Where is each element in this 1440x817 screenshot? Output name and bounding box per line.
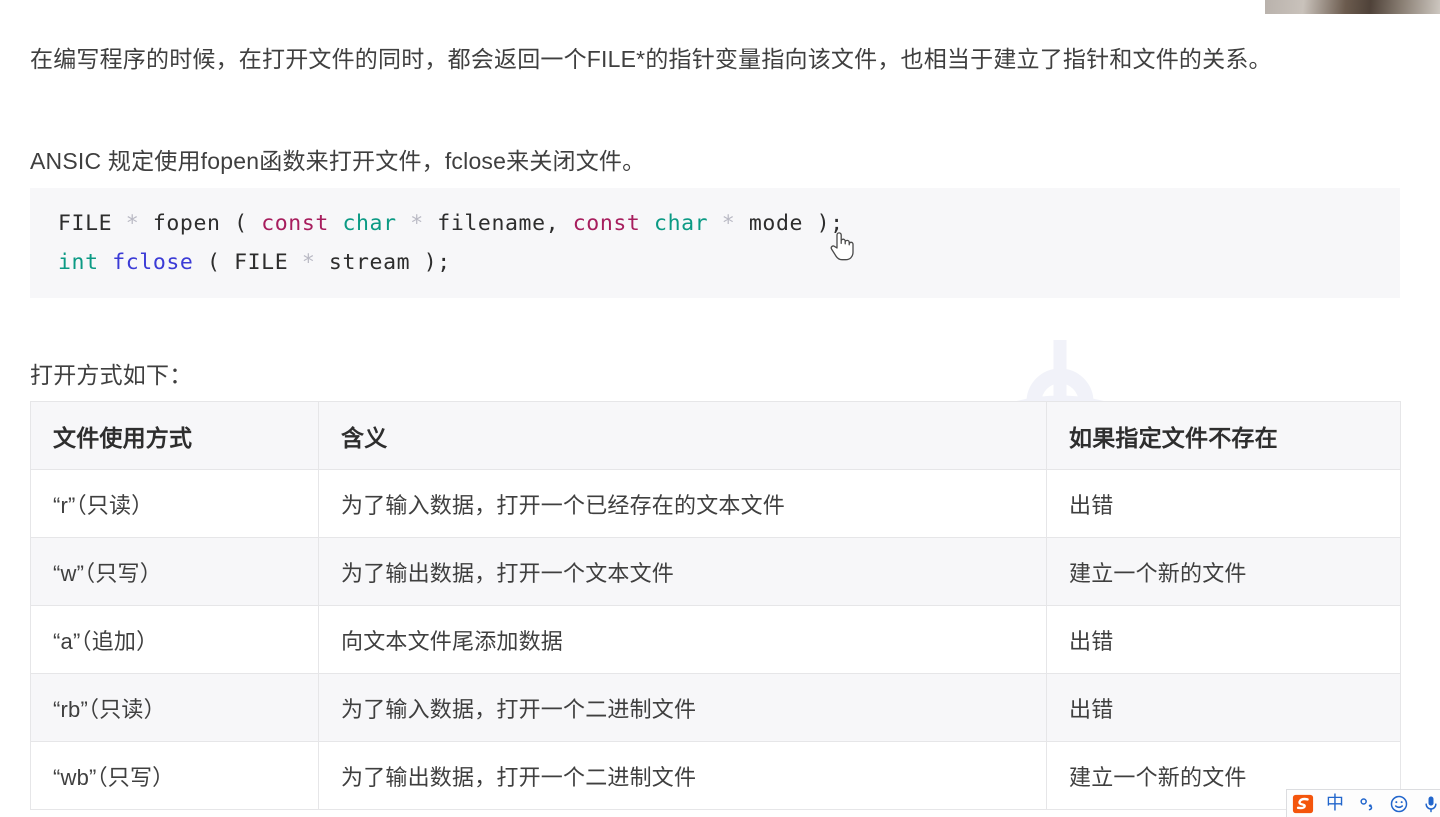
file-open-mode-table: 文件使用方式 含义 如果指定文件不存在 “r”（只读） 为了输入数据，打开一个已经… bbox=[30, 401, 1401, 810]
code-token-keyword: const bbox=[572, 211, 641, 236]
code-token-plain: mode ); bbox=[735, 211, 844, 236]
sogou-logo-icon[interactable] bbox=[1291, 792, 1315, 816]
table-row: “a”（追加） 向文本文件尾添加数据 出错 bbox=[30, 605, 1401, 674]
code-token-star: * bbox=[125, 211, 140, 236]
cell-meaning: 为了输出数据，打开一个二进制文件 bbox=[318, 741, 1047, 810]
code-token-function: fclose bbox=[112, 250, 194, 275]
code-token-type: int bbox=[58, 250, 99, 275]
code-token-type: char bbox=[654, 211, 709, 236]
cell-mode: “wb”（只写） bbox=[30, 741, 319, 810]
table-header-row: 文件使用方式 含义 如果指定文件不存在 bbox=[30, 401, 1401, 470]
code-line-fopen: FILE * fopen ( const char * filename, co… bbox=[58, 204, 1400, 243]
table-row: “w”（只写） 为了输出数据，打开一个文本文件 建立一个新的文件 bbox=[30, 537, 1401, 606]
code-token-star: * bbox=[410, 211, 424, 236]
table-head: 文件使用方式 含义 如果指定文件不存在 bbox=[30, 401, 1401, 470]
cell-missing: 建立一个新的文件 bbox=[1046, 537, 1401, 606]
cell-missing: 出错 bbox=[1046, 605, 1401, 674]
code-token-plain: fopen ( bbox=[139, 211, 262, 236]
cell-missing: 出错 bbox=[1046, 469, 1401, 538]
webcam-overlay bbox=[1265, 0, 1440, 14]
cell-meaning: 向文本文件尾添加数据 bbox=[318, 605, 1047, 674]
code-token-type: char bbox=[342, 211, 397, 236]
punctuation-toggle-icon[interactable] bbox=[1355, 792, 1379, 816]
code-token-star: * bbox=[301, 250, 316, 275]
page-root: 在编写程序的时候，在打开文件的同时，都会返回一个FILE*的指针变量指向该文件，… bbox=[0, 0, 1440, 817]
cell-mode: “r”（只读） bbox=[30, 469, 319, 538]
page-bottom-edge bbox=[0, 810, 1440, 817]
code-token-plain: FILE bbox=[58, 211, 113, 236]
cell-meaning: 为了输入数据，打开一个已经存在的文本文件 bbox=[318, 469, 1047, 538]
paragraph-intro: 在编写程序的时候，在打开文件的同时，都会返回一个FILE*的指针变量指向该文件，… bbox=[30, 46, 1272, 72]
code-token-keyword: const bbox=[261, 211, 329, 236]
code-token-plain: stream ); bbox=[315, 250, 451, 275]
code-token-star: * bbox=[721, 211, 736, 236]
cell-mode: “rb”（只读） bbox=[30, 673, 319, 742]
table-row: “wb”（只写） 为了输出数据，打开一个二进制文件 建立一个新的文件 bbox=[30, 741, 1401, 810]
paragraph-open-modes-caption: 打开方式如下： bbox=[30, 362, 193, 388]
cell-missing: 出错 bbox=[1046, 673, 1401, 742]
code-token-plain: ( FILE bbox=[193, 250, 302, 275]
code-block[interactable]: FILE * fopen ( const char * filename, co… bbox=[30, 188, 1400, 298]
table-row: “r”（只读） 为了输入数据，打开一个已经存在的文本文件 出错 bbox=[30, 469, 1401, 538]
column-header-mode: 文件使用方式 bbox=[30, 401, 319, 470]
column-header-missing: 如果指定文件不存在 bbox=[1046, 401, 1401, 470]
paragraph-ansic: ANSIC 规定使用fopen函数来打开文件，fclose来关闭文件。 bbox=[30, 148, 646, 174]
cell-mode: “a”（追加） bbox=[30, 605, 319, 674]
table-body: “r”（只读） 为了输入数据，打开一个已经存在的文本文件 出错 “w”（只写） 为了输出… bbox=[30, 469, 1401, 810]
sogou-ime-toolbar[interactable]: 中 bbox=[1286, 789, 1440, 817]
microphone-icon[interactable] bbox=[1419, 792, 1440, 816]
cell-meaning: 为了输出数据，打开一个文本文件 bbox=[318, 537, 1047, 606]
cell-meaning: 为了输入数据，打开一个二进制文件 bbox=[318, 673, 1047, 742]
cell-mode: “w”（只写） bbox=[30, 537, 319, 606]
chinese-mode-label: 中 bbox=[1326, 792, 1344, 814]
chinese-mode-icon[interactable]: 中 bbox=[1323, 792, 1347, 816]
code-token-plain: filename, bbox=[423, 211, 573, 236]
column-header-meaning: 含义 bbox=[318, 401, 1047, 470]
code-line-fclose: int fclose ( FILE * stream ); bbox=[58, 243, 1400, 282]
table-row: “rb”（只读） 为了输入数据，打开一个二进制文件 出错 bbox=[30, 673, 1401, 742]
emoji-icon[interactable] bbox=[1387, 792, 1411, 816]
